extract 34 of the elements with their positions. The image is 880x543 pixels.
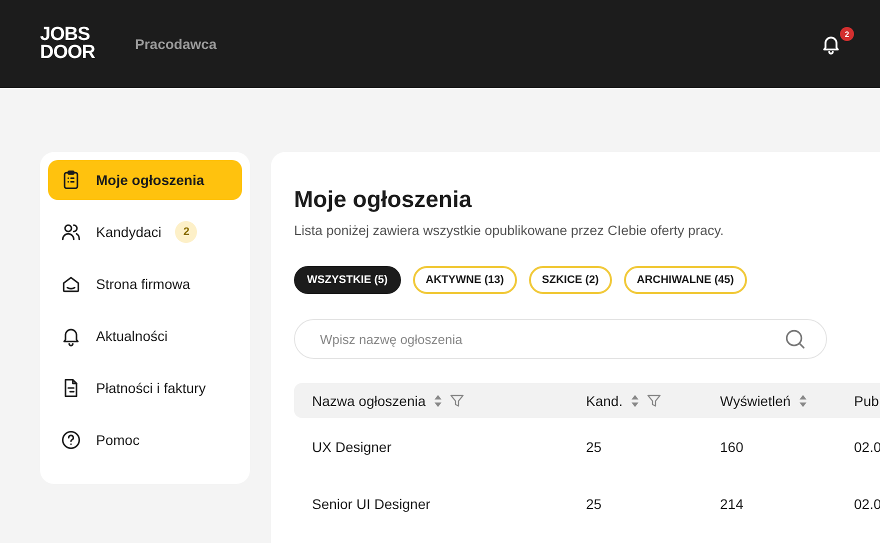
filter-chip[interactable]: ARCHIWALNE (45): [624, 266, 747, 294]
table-cell-text: 214: [720, 496, 744, 512]
column-header[interactable]: Wyświetleń: [720, 392, 791, 408]
page-title: Moje ogłoszenia: [294, 186, 473, 213]
sidebar-item[interactable]: Aktualności: [48, 316, 242, 356]
table-cell-text: UX Designer: [312, 438, 392, 454]
sidebar-item[interactable]: Moje ogłoszenia: [48, 160, 242, 200]
sidebar-item[interactable]: Strona firmowa: [48, 264, 242, 304]
jobsdoor-logo[interactable]: JOBS DOOR: [40, 26, 95, 62]
sidebar-item[interactable]: Pomoc: [48, 420, 242, 460]
search-field[interactable]: Wpisz nazwę ogłoszenia: [294, 319, 827, 359]
table-cell-text: 160: [720, 438, 744, 454]
table-cell-text: 25: [586, 438, 603, 454]
notification-badge: 2: [840, 27, 854, 41]
filter-chip[interactable]: WSZYSTKIE (5): [294, 266, 401, 294]
table-cell-text: Senior UI Designer: [312, 496, 432, 512]
sort-icon[interactable]: [630, 394, 639, 408]
column-header[interactable]: Pub: [854, 392, 879, 408]
sidebar-item[interactable]: Płatności i faktury: [48, 368, 242, 408]
column-header[interactable]: Nazwa ogłoszenia: [312, 392, 426, 408]
filter-chip[interactable]: AKTYWNE (13): [412, 266, 517, 294]
page-description: Lista poniżej zawiera wszystkie opublikowane przez CIebie oferty pracy.: [294, 223, 725, 238]
filter-icon[interactable]: [646, 394, 661, 408]
filter-icon[interactable]: [450, 394, 464, 408]
sort-icon[interactable]: [798, 394, 807, 408]
search-icon[interactable]: [784, 328, 806, 350]
count-badge: 2: [175, 221, 198, 243]
column-header[interactable]: Kand.: [586, 392, 623, 408]
sidebar-item[interactable]: Kandydaci 2: [48, 212, 242, 252]
help-icon: [60, 429, 82, 451]
role-label: Pracodawca: [135, 36, 217, 52]
table-cell-text: 25: [586, 496, 603, 512]
filter-chip[interactable]: SZKICE (2): [528, 266, 612, 294]
sort-icon[interactable]: [434, 394, 442, 408]
